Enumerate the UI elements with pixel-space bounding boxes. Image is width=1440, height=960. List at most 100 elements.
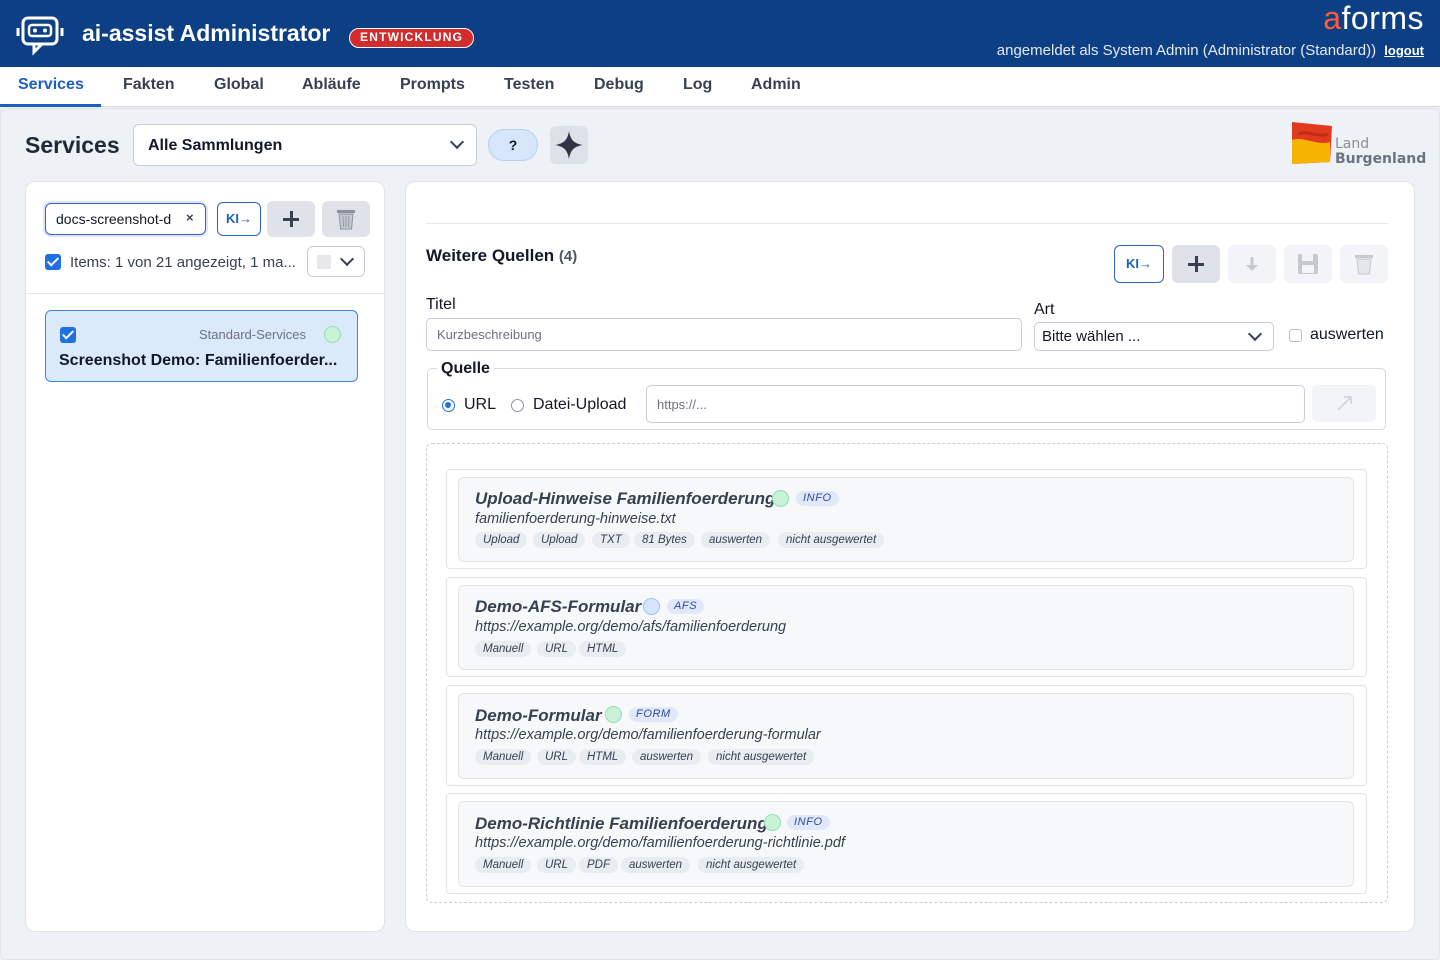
status-dot-icon: [643, 598, 660, 615]
tab-ablaeufe[interactable]: Abläufe: [302, 67, 361, 107]
save-icon: [1298, 254, 1318, 274]
service-name: Screenshot Demo: Familienfoerder...: [59, 352, 338, 369]
tab-log[interactable]: Log: [683, 67, 712, 107]
tag: HTML: [579, 641, 627, 657]
clear-filter-icon[interactable]: ×: [186, 210, 194, 225]
trash-icon: [1355, 255, 1373, 275]
chevron-down-icon: [1247, 326, 1263, 342]
tab-global[interactable]: Global: [214, 67, 264, 107]
user-info: angemeldet als System Admin (Administrat…: [997, 42, 1424, 59]
source-title: Upload-Hinweise Familienfoerderung: [475, 489, 776, 508]
collection-select[interactable]: Alle Sammlungen: [133, 124, 477, 166]
service-filter-input[interactable]: docs-screenshot-d: [45, 203, 206, 235]
bulk-action-select[interactable]: [307, 246, 365, 277]
tab-fakten[interactable]: Fakten: [123, 67, 175, 107]
active-tab-indicator: [0, 104, 101, 107]
land-logo-line1: Land: [1335, 136, 1370, 152]
add-service-button[interactable]: [267, 201, 315, 237]
tag: Upload: [475, 532, 528, 548]
tag: Manuell: [475, 857, 532, 873]
add-source-button[interactable]: [1172, 245, 1220, 283]
auswerten-checkbox[interactable]: [1289, 329, 1302, 342]
help-button[interactable]: ?: [488, 129, 538, 161]
tab-debug[interactable]: Debug: [594, 67, 644, 107]
radio-upload-label: Datei-Upload: [533, 396, 627, 413]
download-icon: [1246, 257, 1258, 271]
page-title: Services: [25, 132, 120, 158]
open-url-button[interactable]: [1312, 385, 1376, 422]
tag: PDF: [579, 857, 618, 873]
top-bar: ai-assist Administrator ENTWICKLUNG afor…: [0, 0, 1440, 67]
titel-input[interactable]: Kurzbeschreibung: [426, 318, 1022, 351]
tag: URL: [537, 857, 577, 873]
land-logo-line2: Burgenland: [1335, 151, 1427, 167]
external-link-icon: [1337, 396, 1352, 411]
source-type-badge: INFO: [787, 815, 830, 830]
status-dot-icon: [772, 490, 789, 507]
tab-services[interactable]: Services: [18, 67, 84, 107]
tag: TXT: [592, 532, 630, 548]
service-card[interactable]: [45, 310, 358, 382]
tag: URL: [537, 641, 577, 657]
items-count-text: Items: 1 von 21 angezeigt, 1 ma...: [70, 254, 296, 271]
trash-icon: [337, 210, 355, 230]
tag: URL: [537, 749, 577, 765]
tag: nicht ausgewertet: [708, 749, 815, 765]
chevron-down-icon: [339, 251, 355, 267]
status-dot-icon: [764, 814, 781, 831]
ki-source-button[interactable]: KI→: [1114, 245, 1164, 283]
source-title: Demo-Richtlinie Familienfoerderung: [475, 814, 768, 833]
delete-source-button[interactable]: [1340, 245, 1388, 283]
select-all-checkbox[interactable]: [45, 254, 61, 270]
tag: Upload: [533, 532, 586, 548]
source-type-badge: AFS: [667, 599, 705, 614]
tag: nicht ausgewertet: [778, 532, 885, 548]
source-type-badge: FORM: [629, 707, 678, 722]
url-input[interactable]: https://...: [646, 385, 1305, 423]
source-path: https://example.org/demo/afs/familienfoe…: [475, 619, 787, 635]
main-nav: Services Fakten Global Abläufe Prompts T…: [0, 67, 1440, 107]
tag: Manuell: [475, 749, 532, 765]
auswerten-label: auswerten: [1310, 326, 1384, 343]
collection-select-value: Alle Sammlungen: [148, 137, 283, 154]
tab-prompts[interactable]: Prompts: [400, 67, 465, 107]
aforms-logo: aforms: [1323, 0, 1424, 36]
radio-datei-upload[interactable]: [511, 399, 524, 412]
tag: nicht ausgewertet: [698, 857, 805, 873]
tag: Manuell: [475, 641, 532, 657]
user-text: angemeldet als System Admin (Administrat…: [996, 42, 1377, 59]
logout-link[interactable]: logout: [1384, 43, 1424, 58]
source-type-badge: INFO: [796, 491, 839, 506]
service-checkbox[interactable]: [60, 327, 76, 343]
source-title: Demo-AFS-Formular: [475, 597, 642, 616]
tag: 81 Bytes: [634, 532, 695, 548]
save-source-button[interactable]: [1284, 245, 1332, 283]
tag: auswerten: [621, 857, 691, 873]
download-source-button[interactable]: [1228, 245, 1276, 283]
square-icon: [317, 255, 331, 269]
titel-label: Titel: [426, 296, 456, 313]
source-path: https://example.org/demo/familienfoerder…: [475, 835, 845, 851]
app-title: ai-assist Administrator: [82, 20, 331, 46]
radio-url[interactable]: [442, 399, 455, 412]
tab-admin[interactable]: Admin: [751, 67, 801, 107]
tab-testen[interactable]: Testen: [504, 67, 554, 107]
ai-sparkle-button[interactable]: [550, 126, 588, 164]
radio-url-label: URL: [464, 396, 497, 413]
environment-badge: ENTWICKLUNG: [349, 28, 475, 48]
ki-import-button[interactable]: KI→: [217, 202, 261, 236]
chevron-down-icon: [449, 134, 465, 150]
art-label: Art: [1034, 301, 1055, 318]
tag: HTML: [579, 749, 627, 765]
art-select-value: Bitte wählen ...: [1042, 328, 1141, 345]
section-title: Weitere Quellen (4): [426, 246, 578, 265]
tag: auswerten: [701, 532, 771, 548]
divider: [26, 293, 384, 294]
status-dot-icon: [324, 326, 341, 343]
status-dot-icon: [605, 706, 622, 723]
service-collection: Standard-Services: [199, 327, 306, 342]
delete-service-button[interactable]: [322, 201, 370, 237]
art-select[interactable]: Bitte wählen ...: [1034, 322, 1274, 351]
robot-logo-icon: [16, 16, 64, 56]
source-path: familienfoerderung-hinweise.txt: [475, 511, 676, 527]
